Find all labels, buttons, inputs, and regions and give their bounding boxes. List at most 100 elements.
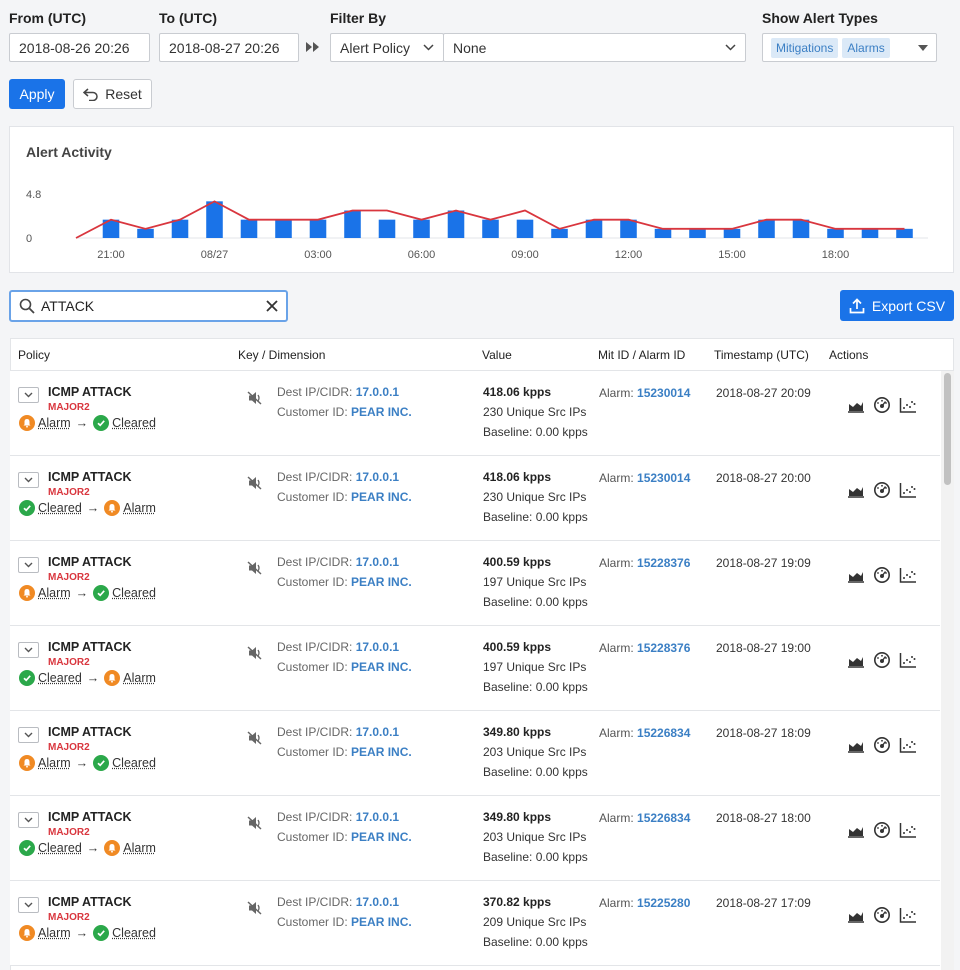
to-state[interactable]: Alarm [123, 501, 156, 515]
from-state[interactable]: Alarm [38, 926, 71, 940]
policy-name[interactable]: ICMP ATTACK [48, 385, 132, 399]
mute-icon[interactable] [247, 901, 263, 918]
area-chart-icon[interactable] [847, 821, 865, 839]
from-state[interactable]: Alarm [38, 416, 71, 430]
expand-row-button[interactable] [18, 727, 39, 743]
from-state[interactable]: Cleared [38, 501, 82, 515]
dashboard-gauge-icon[interactable] [873, 481, 891, 499]
scatter-chart-icon[interactable] [899, 481, 917, 499]
dest-ip-link[interactable]: 17.0.0.1 [356, 470, 399, 484]
dest-ip-link[interactable]: 17.0.0.1 [356, 555, 399, 569]
to-state[interactable]: Cleared [112, 416, 156, 430]
expand-row-button[interactable] [18, 472, 39, 488]
expand-row-button[interactable] [18, 557, 39, 573]
col-key-dimension[interactable]: Key / Dimension [238, 348, 325, 362]
mute-icon[interactable] [247, 476, 263, 493]
table-row[interactable]: ICMP ATTACK MAJOR2 Alarm → Cleared Dest … [10, 371, 940, 456]
scatter-chart-icon[interactable] [899, 651, 917, 669]
policy-name[interactable]: ICMP ATTACK [48, 470, 132, 484]
policy-name[interactable]: ICMP ATTACK [48, 555, 132, 569]
scrollbar-track[interactable] [941, 371, 954, 970]
mute-icon[interactable] [247, 646, 263, 663]
expand-row-button[interactable] [18, 812, 39, 828]
customer-link[interactable]: PEAR INC. [351, 660, 412, 674]
customer-link[interactable]: PEAR INC. [351, 490, 412, 504]
scatter-chart-icon[interactable] [899, 736, 917, 754]
dest-ip-link[interactable]: 17.0.0.1 [356, 810, 399, 824]
col-value[interactable]: Value [482, 348, 512, 362]
filter-by-select[interactable]: Alert Policy [330, 33, 444, 62]
to-state[interactable]: Alarm [123, 671, 156, 685]
table-row[interactable]: ICMP ATTACK MAJOR2 Alarm → Cleared Dest … [10, 881, 940, 966]
customer-link[interactable]: PEAR INC. [351, 915, 412, 929]
clear-icon[interactable] [266, 300, 278, 312]
area-chart-icon[interactable] [847, 651, 865, 669]
alarm-id-link[interactable]: 15228376 [637, 641, 690, 655]
expand-row-button[interactable] [18, 897, 39, 913]
table-row[interactable]: ICMP ATTACK MAJOR2 Cleared → Alarm Dest … [10, 456, 940, 541]
mute-icon[interactable] [247, 816, 263, 833]
dashboard-gauge-icon[interactable] [873, 736, 891, 754]
policy-name[interactable]: ICMP ATTACK [48, 640, 132, 654]
to-date-input[interactable]: 2018-08-27 20:26 [159, 33, 299, 62]
scatter-chart-icon[interactable] [899, 566, 917, 584]
alarm-id-link[interactable]: 15226834 [637, 726, 690, 740]
mute-icon[interactable] [247, 561, 263, 578]
dashboard-gauge-icon[interactable] [873, 821, 891, 839]
scrollbar-thumb[interactable] [944, 373, 951, 485]
area-chart-icon[interactable] [847, 906, 865, 924]
dashboard-gauge-icon[interactable] [873, 396, 891, 414]
mute-icon[interactable] [247, 731, 263, 748]
expand-row-button[interactable] [18, 387, 39, 403]
col-policy[interactable]: Policy [18, 348, 50, 362]
dashboard-gauge-icon[interactable] [873, 906, 891, 924]
alarm-id-link[interactable]: 15226834 [637, 811, 690, 825]
from-state[interactable]: Alarm [38, 756, 71, 770]
export-csv-button[interactable]: Export CSV [840, 290, 954, 321]
from-state[interactable]: Cleared [38, 841, 82, 855]
alert-type-chip[interactable]: Alarms [842, 37, 890, 58]
alarm-id-link[interactable]: 15230014 [637, 386, 690, 400]
policy-name[interactable]: ICMP ATTACK [48, 810, 132, 824]
alert-types-select[interactable]: Mitigations Alarms [762, 33, 937, 62]
to-state[interactable]: Cleared [112, 926, 156, 940]
from-date-input[interactable]: 2018-08-26 20:26 [9, 33, 150, 62]
to-state[interactable]: Cleared [112, 586, 156, 600]
to-state[interactable]: Alarm [123, 841, 156, 855]
reset-button[interactable]: Reset [73, 79, 152, 109]
table-row[interactable]: ICMP ATTACK MAJOR2 Alarm → Cleared Dest … [10, 541, 940, 626]
dest-ip-link[interactable]: 17.0.0.1 [356, 895, 399, 909]
expand-row-button[interactable] [18, 642, 39, 658]
dashboard-gauge-icon[interactable] [873, 566, 891, 584]
alert-type-chip[interactable]: Mitigations [771, 37, 839, 58]
from-state[interactable]: Alarm [38, 586, 71, 600]
scatter-chart-icon[interactable] [899, 396, 917, 414]
from-state[interactable]: Cleared [38, 671, 82, 685]
alarm-id-link[interactable]: 15230014 [637, 471, 690, 485]
customer-link[interactable]: PEAR INC. [351, 745, 412, 759]
area-chart-icon[interactable] [847, 481, 865, 499]
dest-ip-link[interactable]: 17.0.0.1 [356, 725, 399, 739]
policy-name[interactable]: ICMP ATTACK [48, 895, 132, 909]
area-chart-icon[interactable] [847, 396, 865, 414]
dest-ip-link[interactable]: 17.0.0.1 [356, 640, 399, 654]
alarm-id-link[interactable]: 15225280 [637, 896, 690, 910]
policy-name[interactable]: ICMP ATTACK [48, 725, 132, 739]
area-chart-icon[interactable] [847, 736, 865, 754]
col-mit-alarm-id[interactable]: Mit ID / Alarm ID [598, 348, 685, 362]
customer-link[interactable]: PEAR INC. [351, 405, 412, 419]
area-chart-icon[interactable] [847, 566, 865, 584]
mute-icon[interactable] [247, 391, 263, 408]
table-row[interactable]: ICMP ATTACK MAJOR2 Cleared → Alarm Dest … [10, 796, 940, 881]
table-row[interactable]: ICMP ATTACK MAJOR2 Alarm → Cleared Dest … [10, 711, 940, 796]
dest-ip-link[interactable]: 17.0.0.1 [356, 385, 399, 399]
scatter-chart-icon[interactable] [899, 821, 917, 839]
filter-value-select[interactable]: None [443, 33, 746, 62]
customer-link[interactable]: PEAR INC. [351, 830, 412, 844]
alarm-id-link[interactable]: 15228376 [637, 556, 690, 570]
dashboard-gauge-icon[interactable] [873, 651, 891, 669]
apply-button[interactable]: Apply [9, 79, 65, 109]
customer-link[interactable]: PEAR INC. [351, 575, 412, 589]
col-timestamp[interactable]: Timestamp (UTC) [714, 348, 809, 362]
to-state[interactable]: Cleared [112, 756, 156, 770]
